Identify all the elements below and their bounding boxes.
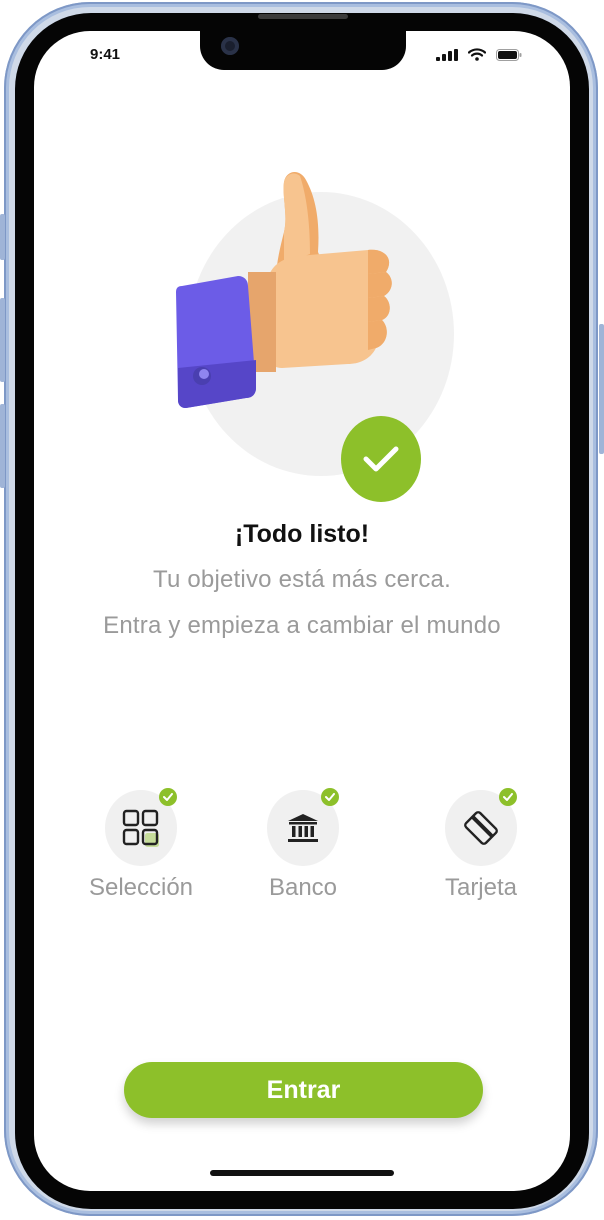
status-icons [436,48,522,61]
silent-switch [0,214,5,260]
thumbs-up-icon [176,171,392,408]
battery-icon [496,48,522,61]
status-time: 9:41 [90,46,121,63]
grid-icon [122,809,159,847]
step-tarjeta-done-icon [499,788,517,806]
speaker-grill [258,14,348,19]
home-indicator[interactable] [210,1170,394,1176]
success-subtitle-line-2: Entra y empieza a cambiar el mundo [103,612,501,639]
success-subtitle-line-1: Tu objetivo está más cerca. [153,566,451,593]
step-seleccion-done-icon [159,788,177,806]
power-button [599,324,604,454]
step-banco-done-icon [321,788,339,806]
signal-icon [436,48,458,61]
card-icon [464,811,498,845]
volume-up-button [0,298,5,382]
step-seleccion-label: Selección [88,874,194,901]
step-banco-label: Banco [268,874,338,901]
bank-icon [288,814,318,842]
success-title: ¡Todo listo! [234,520,370,548]
success-check-badge [341,416,421,502]
step-tarjeta-label: Tarjeta [444,874,518,901]
check-icon [363,446,399,472]
front-camera [221,37,239,55]
volume-down-button [0,404,5,488]
enter-button[interactable]: Entrar [124,1062,483,1118]
wifi-icon [468,48,486,61]
